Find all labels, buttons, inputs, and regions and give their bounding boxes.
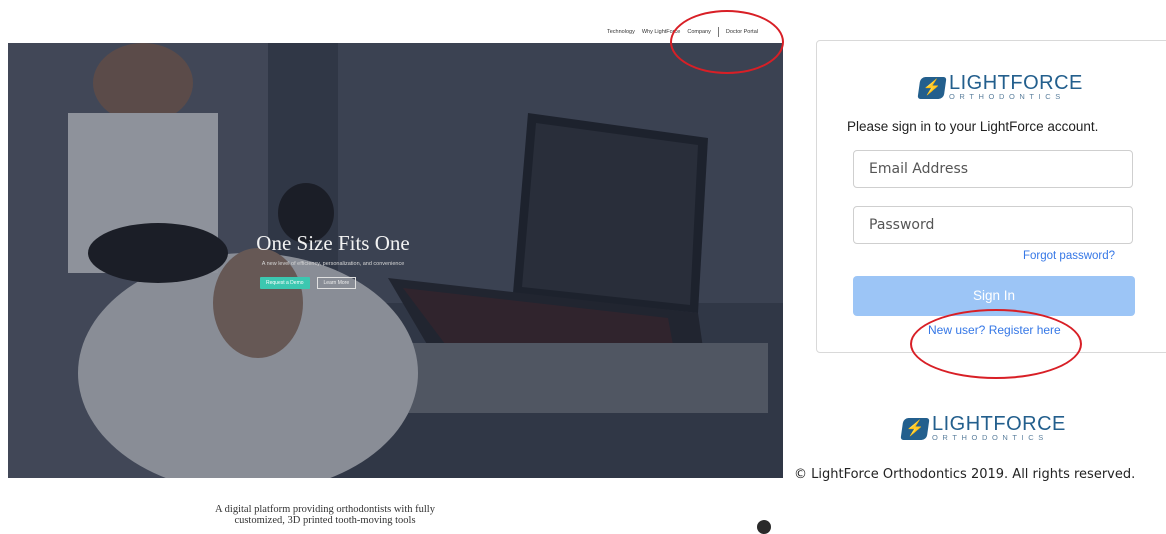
register-link[interactable]: New user? Register here [928,323,1061,337]
nav-divider [717,27,719,37]
hero-title: One Size Fits One [256,231,410,255]
request-demo-button[interactable]: Request a Demo [260,277,310,289]
hero-banner: One Size Fits One A new level of efficie… [8,43,783,478]
chat-bubble-icon[interactable] [757,520,771,534]
logo-brand-text: LIGHTFORCE [949,72,1083,94]
hero-subtitle: A new level of efficiency, personalizati… [261,261,405,267]
marketing-site: Technology Why LightForce Company Doctor… [0,0,790,534]
sign-in-prompt: Please sign in to your LightForce accoun… [847,119,1099,134]
footer-lightforce-logo: ⚡ LIGHTFORCE ORTHODONTICS [900,413,1066,442]
nav-why-lightforce[interactable]: Why LightForce [642,29,681,35]
footer-logo-brand-text: LIGHTFORCE [932,413,1066,435]
copyright-text: © LightForce Orthodontics 2019. All righ… [794,467,1136,482]
forgot-password-link[interactable]: Forgot password? [1023,250,1115,262]
lightning-bolt-icon: ⚡ [900,417,930,440]
learn-more-button[interactable]: Learn More [316,277,357,289]
email-field[interactable] [853,150,1133,188]
tagline: A digital platform providing orthodontis… [0,504,650,526]
lightning-bolt-icon: ⚡ [917,76,947,99]
nav-company[interactable]: Company [687,29,711,35]
sign-in-button[interactable]: Sign In [853,276,1135,316]
password-field[interactable] [853,206,1133,244]
lightforce-logo: ⚡ LIGHTFORCE ORTHODONTICS [917,72,1083,101]
logo-sub-text: ORTHODONTICS [949,92,1065,101]
nav-technology[interactable]: Technology [607,29,635,35]
tagline-line-2: customized, 3D printed tooth-moving tool… [234,515,416,526]
tagline-line-1: A digital platform providing orthodontis… [215,504,435,515]
login-card: ⚡ LIGHTFORCE ORTHODONTICS Please sign in… [816,40,1166,353]
hero-buttons: Request a Demo Learn More [260,277,357,289]
footer-logo-sub-text: ORTHODONTICS [932,433,1048,442]
nav-doctor-portal[interactable]: Doctor Portal [726,29,758,35]
top-navigation: Technology Why LightForce Company Doctor… [607,27,758,37]
